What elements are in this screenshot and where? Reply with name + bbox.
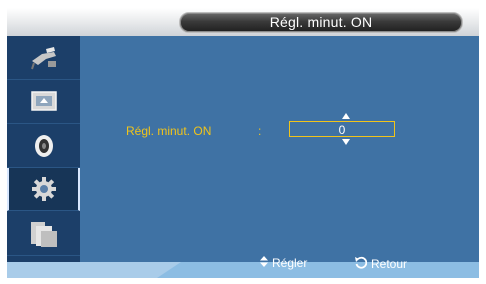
down-arrow-icon[interactable] — [342, 139, 350, 145]
return-label: Retour — [371, 257, 408, 271]
title-bar: Régl. minut. ON — [7, 8, 479, 36]
sidebar-item-setup[interactable] — [7, 168, 80, 211]
return-hint: Retour — [354, 256, 407, 272]
return-icon — [354, 256, 368, 272]
title-pill: Régl. minut. ON — [179, 12, 463, 33]
sidebar-item-input[interactable] — [7, 36, 80, 80]
input-plug-icon — [28, 45, 60, 71]
sidebar — [7, 36, 80, 272]
sound-icon — [29, 131, 59, 161]
adjust-label: Régler — [272, 256, 308, 270]
bottom-bar-shape — [157, 262, 479, 278]
bottom-bar — [7, 262, 479, 278]
adjust-hint: Régler — [260, 256, 307, 270]
up-arrow-icon[interactable] — [342, 113, 350, 119]
sidebar-item-multi-window[interactable] — [7, 212, 80, 256]
up-down-arrows-icon — [260, 256, 268, 270]
timer-value-stepper[interactable]: 0 — [289, 121, 395, 137]
setup-gear-icon — [29, 174, 59, 204]
osd-window: Régl. minut. ON — [7, 8, 479, 278]
multi-window-icon — [28, 219, 60, 249]
sidebar-item-picture[interactable] — [7, 80, 80, 124]
setting-label: Régl. minut. ON — [126, 124, 212, 138]
page-title: Régl. minut. ON — [269, 14, 373, 30]
picture-icon — [29, 89, 59, 115]
timer-value: 0 — [338, 123, 346, 137]
sidebar-item-sound[interactable] — [7, 124, 80, 168]
setting-colon: : — [258, 124, 262, 138]
